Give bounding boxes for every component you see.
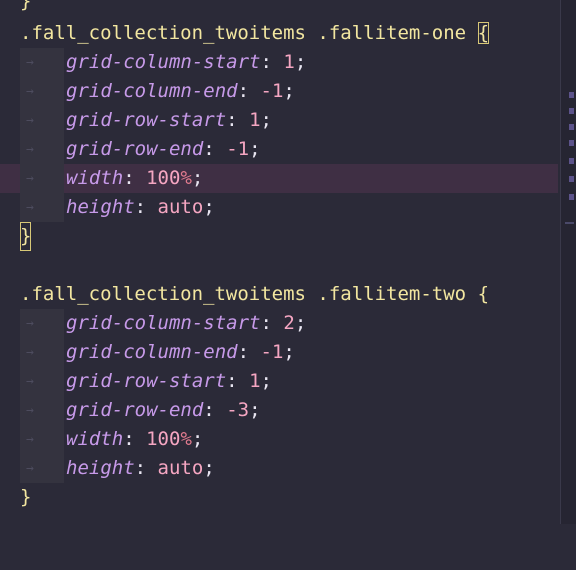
minimap-marker [569, 176, 574, 182]
tab-indent-arrow-icon: → [20, 425, 64, 454]
semicolon: ; [249, 138, 261, 160]
code-line[interactable]: .fall_collection_twoitems .fallitem-two … [0, 280, 558, 309]
tab-indent-arrow-icon: → [20, 48, 64, 77]
colon: : [237, 341, 250, 363]
css-selector: .fall_collection_twoitems .fallitem-two [20, 283, 467, 305]
code-line[interactable]: → width: 100%; [0, 425, 558, 454]
closing-brace: } [20, 0, 32, 12]
code-line[interactable]: → grid-column-start: 1; [0, 48, 558, 77]
tab-indent-arrow-icon: → [20, 454, 64, 483]
colon: : [134, 196, 147, 218]
code-line[interactable]: → grid-row-start: 1; [0, 367, 558, 396]
css-value: -3 [226, 399, 250, 421]
css-property: height [66, 196, 135, 218]
colon: : [237, 80, 250, 102]
code-line[interactable]: } [0, 483, 558, 512]
minimap-marker [565, 222, 574, 224]
code-line[interactable]: → grid-column-end: -1; [0, 77, 558, 106]
code-line[interactable] [0, 251, 558, 280]
code-line[interactable]: } [0, 222, 558, 251]
minimap[interactable] [560, 0, 576, 524]
semicolon: ; [294, 312, 307, 334]
code-line[interactable]: .fall_collection_twoitems .fallitem-one … [0, 19, 558, 48]
css-property: grid-row-start [66, 370, 227, 392]
semicolon: ; [260, 109, 272, 131]
css-value: -1 [260, 341, 284, 363]
css-value: auto [157, 457, 204, 479]
css-value: 100 [146, 167, 181, 189]
code-editor[interactable]: } .fall_collection_twoitems .fallitem-on… [0, 0, 558, 524]
minimap-marker [569, 158, 574, 164]
semicolon: ; [191, 428, 204, 450]
tab-indent-arrow-icon: → [20, 309, 64, 338]
css-property: grid-column-start [66, 51, 261, 73]
tab-indent-arrow-icon: → [20, 164, 64, 193]
current-line-highlight[interactable]: → width: 100%; [0, 164, 558, 193]
code-line[interactable]: → grid-row-start: 1; [0, 106, 558, 135]
css-property: width [66, 167, 124, 189]
tab-indent-arrow-icon: → [20, 396, 64, 425]
tab-indent-arrow-icon: → [20, 135, 64, 164]
css-property: grid-row-end [66, 399, 204, 421]
opening-brace: { [477, 283, 490, 305]
css-property: grid-column-end [66, 341, 238, 363]
css-property: grid-column-end [66, 80, 238, 102]
code-line[interactable]: → grid-column-start: 2; [0, 309, 558, 338]
css-property: width [66, 428, 124, 450]
semicolon: ; [283, 341, 295, 363]
css-property: grid-row-end [66, 138, 204, 160]
css-property: height [66, 457, 135, 479]
css-value: 100 [146, 428, 181, 450]
closing-brace: } [20, 486, 32, 508]
semicolon: ; [283, 80, 295, 102]
colon: : [203, 138, 215, 160]
css-property: grid-column-start [66, 312, 261, 334]
code-line[interactable]: → grid-row-end: -3; [0, 396, 558, 425]
code-line[interactable]: } [0, 0, 558, 16]
tab-indent-arrow-icon: → [20, 193, 64, 222]
css-value: 2 [283, 312, 295, 334]
semicolon: ; [294, 51, 307, 73]
semicolon: ; [203, 457, 215, 479]
colon: : [260, 51, 272, 73]
code-line[interactable]: → height: auto; [0, 193, 558, 222]
tab-indent-arrow-icon: → [20, 106, 64, 135]
colon: : [203, 399, 215, 421]
semicolon: ; [249, 399, 261, 421]
css-value: auto [157, 196, 204, 218]
minimap-marker [569, 108, 574, 114]
semicolon: ; [203, 196, 215, 218]
css-unit: % [180, 167, 192, 189]
css-value: 1 [249, 370, 261, 392]
css-selector: .fall_collection_twoitems .fallitem-one [20, 22, 467, 44]
colon: : [226, 109, 238, 131]
minimap-marker [569, 140, 574, 146]
code-line[interactable]: → grid-column-end: -1; [0, 338, 558, 367]
opening-brace: { [477, 22, 490, 44]
colon: : [260, 312, 272, 334]
colon: : [123, 167, 135, 189]
code-line[interactable]: → grid-row-end: -1; [0, 135, 558, 164]
semicolon: ; [191, 167, 204, 189]
minimap-marker [569, 194, 574, 200]
minimap-marker [569, 124, 574, 130]
colon: : [226, 370, 238, 392]
css-value: -1 [260, 80, 284, 102]
colon: : [134, 457, 147, 479]
colon: : [123, 428, 135, 450]
css-property: grid-row-start [66, 109, 227, 131]
css-value: -1 [226, 138, 250, 160]
tab-indent-arrow-icon: → [20, 367, 64, 396]
minimap-marker [569, 92, 574, 98]
tab-indent-arrow-icon: → [20, 338, 64, 367]
closing-brace: } [20, 222, 32, 251]
tab-indent-arrow-icon: → [20, 77, 64, 106]
code-line[interactable]: → height: auto; [0, 454, 558, 483]
css-value: 1 [283, 51, 295, 73]
semicolon: ; [260, 370, 272, 392]
css-value: 1 [249, 109, 261, 131]
css-unit: % [180, 428, 192, 450]
